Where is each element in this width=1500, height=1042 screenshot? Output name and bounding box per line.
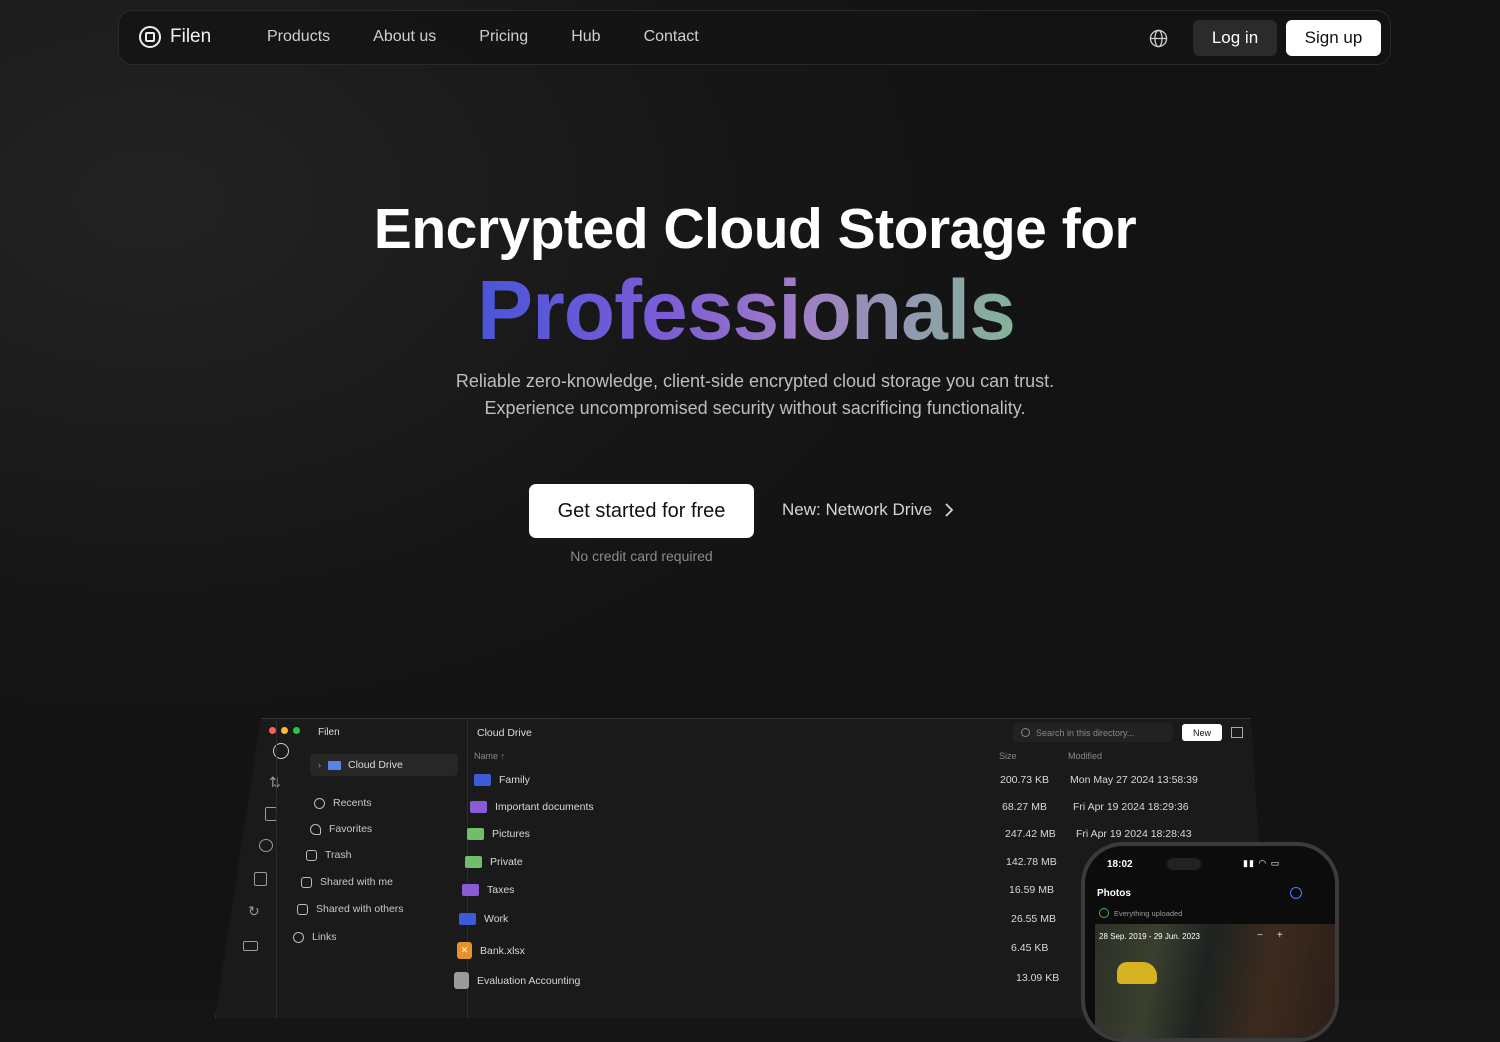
directory-search[interactable]: Search in this directory... xyxy=(1013,723,1173,742)
photos-title: Photos xyxy=(1097,888,1131,899)
file-name: Important documents xyxy=(470,801,594,813)
no-credit-card-note: No credit card required xyxy=(570,548,713,564)
file-name: Private xyxy=(465,856,523,868)
folder-icon xyxy=(462,884,479,896)
file-name-label: Private xyxy=(490,856,523,868)
folder-icon xyxy=(328,760,341,770)
phone-status-icons: ▮▮ ◠ ▭ xyxy=(1243,858,1281,868)
file-name-label: Family xyxy=(499,774,530,786)
column-header-name[interactable]: Name ↑ xyxy=(474,751,505,761)
search-placeholder: Search in this directory... xyxy=(1036,727,1135,738)
cloud-drive-label: Cloud Drive xyxy=(348,759,403,771)
folder-icon xyxy=(459,913,476,925)
nav-link-about[interactable]: About us xyxy=(373,28,436,46)
file-size: 247.42 MB xyxy=(1005,828,1056,840)
new-button[interactable]: New xyxy=(1182,724,1222,741)
info-icon[interactable] xyxy=(1290,887,1302,899)
phone-time: 18:02 xyxy=(1107,859,1133,870)
check-circle-icon xyxy=(1099,908,1109,918)
network-drive-label: New: Network Drive xyxy=(782,500,933,519)
hero-subtitle: Reliable zero-knowledge, client-side enc… xyxy=(0,368,1500,422)
filen-logo-icon xyxy=(139,26,161,48)
table-row[interactable]: Pictures 247.42 MB Fri Apr 19 2024 18:28:4… xyxy=(216,825,1270,845)
hero-subtitle-line-2: Experience uncompromised security withou… xyxy=(484,398,1026,418)
hero-title-highlight: Professionals xyxy=(0,262,1492,359)
zoom-controls[interactable]: −+ xyxy=(1257,930,1297,941)
folder-icon xyxy=(474,774,491,786)
login-button[interactable]: Log in xyxy=(1193,20,1277,56)
sidebar-title: Filen xyxy=(318,727,340,738)
nav-link-contact[interactable]: Contact xyxy=(644,28,699,46)
photo-date-range: 28 Sep. 2019 - 29 Jun. 2023 xyxy=(1099,932,1200,941)
file-name: Evaluation Accounting xyxy=(454,972,580,989)
file-modified: Fri Apr 19 2024 18:28:43 xyxy=(1076,828,1192,840)
nav-links: Products About us Pricing Hub Contact xyxy=(267,28,742,46)
hero-title: Encrypted Cloud Storage for xyxy=(373,197,1137,261)
globe-icon[interactable] xyxy=(1149,29,1168,48)
file-size: 13.09 KB xyxy=(1016,972,1060,984)
nav-link-pricing[interactable]: Pricing xyxy=(479,28,528,46)
table-row[interactable]: Important documents 68.27 MB Fri Apr 19 20… xyxy=(216,798,1270,818)
hero-subtitle-line-1: Reliable zero-knowledge, client-side enc… xyxy=(455,371,1055,391)
phone-preview: 18:02 ▮▮ ◠ ▭ Photos Everything uploaded … xyxy=(1081,842,1339,1042)
file-icon: ✕ xyxy=(457,942,472,959)
file-name-label: Taxes xyxy=(487,884,515,896)
file-modified: Fri Apr 19 2024 18:29:36 xyxy=(1073,801,1189,813)
file-size: 68.27 MB xyxy=(1002,801,1047,813)
file-name-label: Work xyxy=(484,913,509,925)
file-name-label: Evaluation Accounting xyxy=(477,974,581,987)
dynamic-island xyxy=(1167,858,1201,870)
file-name: Pictures xyxy=(467,828,530,840)
file-name: Work xyxy=(459,913,508,925)
column-name-label: Name xyxy=(474,751,499,761)
upload-status: Everything uploaded xyxy=(1099,908,1182,918)
column-header-modified[interactable]: Modified xyxy=(1068,751,1102,761)
folder-icon xyxy=(467,828,484,840)
car-photo xyxy=(1117,962,1157,984)
file-size: 16.59 MB xyxy=(1009,884,1054,896)
get-started-button[interactable]: Get started for free xyxy=(529,484,754,538)
file-size: 200.73 KB xyxy=(1000,774,1050,786)
table-row[interactable]: Family 200.73 KB Mon May 27 2024 13:58:39 xyxy=(216,771,1270,791)
file-name-label: Pictures xyxy=(492,828,530,840)
file-icon xyxy=(454,972,469,989)
chevron-right-small-icon: › xyxy=(318,760,321,770)
top-navbar: Filen Products About us Pricing Hub Cont… xyxy=(118,10,1391,65)
file-name-label: Bank.xlsx xyxy=(480,944,525,957)
chevron-right-icon xyxy=(945,503,954,517)
file-size: 6.45 KB xyxy=(1011,942,1049,954)
upload-status-label: Everything uploaded xyxy=(1114,908,1183,918)
file-size: 142.78 MB xyxy=(1006,856,1057,868)
hero-title-gradient-text: Professionals xyxy=(477,263,1016,357)
main-title: Cloud Drive xyxy=(477,727,532,739)
signup-button[interactable]: Sign up xyxy=(1286,20,1381,56)
photo-grid[interactable] xyxy=(1095,924,1335,1038)
file-name: Taxes xyxy=(462,884,514,896)
folder-icon xyxy=(470,801,487,813)
network-drive-link[interactable]: New: Network Drive xyxy=(782,500,954,520)
file-name-label: Important documents xyxy=(495,801,594,813)
brand-name: Filen xyxy=(170,26,212,47)
nav-link-products[interactable]: Products xyxy=(267,28,330,46)
file-name: Family xyxy=(474,774,530,786)
column-header-size[interactable]: Size xyxy=(999,751,1017,761)
folder-icon xyxy=(465,856,482,868)
search-icon xyxy=(1021,728,1030,737)
file-size: 26.55 MB xyxy=(1011,913,1056,925)
file-name: ✕ Bank.xlsx xyxy=(457,942,525,959)
grid-view-icon[interactable] xyxy=(1231,727,1243,738)
file-modified: Mon May 27 2024 13:58:39 xyxy=(1070,774,1198,786)
brand-logo[interactable]: Filen xyxy=(139,26,211,48)
nav-link-hub[interactable]: Hub xyxy=(571,28,600,46)
